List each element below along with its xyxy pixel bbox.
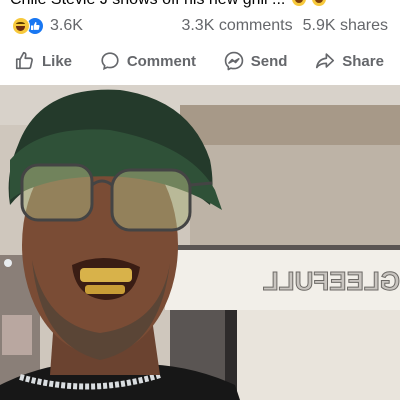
like-button[interactable]: Like xyxy=(14,50,72,72)
thumbs-up-icon xyxy=(14,50,36,72)
share-button[interactable]: Share xyxy=(314,50,384,72)
shares-count-link[interactable]: 5.9K shares xyxy=(303,17,388,35)
post-caption-text: Chile Stevie J shows off his new grill .… xyxy=(10,0,285,8)
grinning-emoji-icon xyxy=(291,0,306,6)
like-label: Like xyxy=(42,52,73,70)
send-label: Send xyxy=(250,52,288,70)
post-caption: Chile Stevie J shows off his new grill .… xyxy=(10,0,400,9)
send-button[interactable]: Send xyxy=(223,50,288,72)
post-action-bar: Like Comment Send Share xyxy=(0,42,400,80)
comment-button[interactable]: Comment xyxy=(99,50,196,72)
messenger-icon xyxy=(223,50,245,72)
comments-count-link[interactable]: 3.3K comments xyxy=(181,17,292,35)
comment-bubble-icon xyxy=(99,50,121,72)
reaction-count: 3.6K xyxy=(50,17,83,34)
haha-reaction-icon xyxy=(12,17,30,35)
video-frame-image: GLEEFULL xyxy=(0,85,400,400)
reactions-summary[interactable]: 3.6K xyxy=(12,17,83,35)
share-label: Share xyxy=(342,52,384,70)
post-stats-bar: 3.6K 3.3K comments 5.9K shares xyxy=(0,14,400,38)
comment-label: Comment xyxy=(126,52,196,70)
laughing-emoji-icon xyxy=(312,0,327,6)
storefront-sign: GLEEFULL xyxy=(263,266,400,296)
share-arrow-icon xyxy=(314,50,336,72)
post-video[interactable]: GLEEFULL xyxy=(0,85,400,400)
